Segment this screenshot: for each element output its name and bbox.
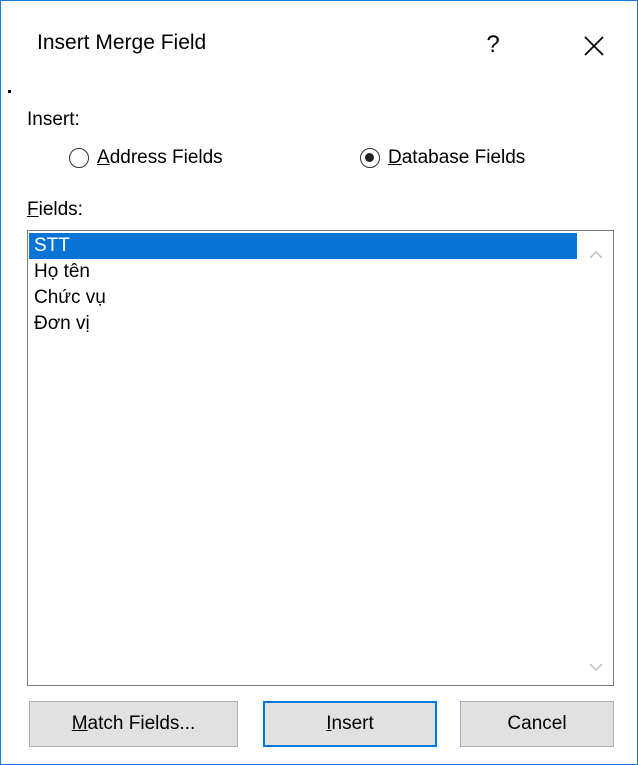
address-fields-label: Address Fields bbox=[97, 147, 223, 168]
chevron-down-icon bbox=[588, 663, 603, 672]
radio-circle-checked bbox=[360, 148, 380, 168]
list-item[interactable]: Đơn vị bbox=[29, 311, 577, 337]
title-bar: Insert Merge Field ? bbox=[1, 1, 637, 91]
focus-dot bbox=[8, 90, 11, 93]
vertical-scrollbar[interactable] bbox=[579, 232, 612, 684]
address-fields-radio[interactable]: Address Fields bbox=[69, 147, 223, 169]
database-fields-label: Database Fields bbox=[388, 147, 526, 168]
scroll-down-button[interactable] bbox=[579, 652, 612, 682]
list-item[interactable]: Họ tên bbox=[29, 259, 577, 285]
database-fields-radio[interactable]: Database Fields bbox=[360, 147, 525, 169]
insert-label: Insert: bbox=[27, 109, 80, 130]
chevron-up-icon bbox=[588, 250, 603, 259]
fields-list: STT Họ tên Chức vụ Đơn vị bbox=[29, 233, 577, 337]
radio-circle bbox=[69, 148, 89, 168]
scroll-up-button[interactable] bbox=[579, 240, 612, 270]
insert-button[interactable]: Insert bbox=[263, 701, 437, 747]
fields-label: Fields: bbox=[27, 199, 83, 220]
close-button[interactable] bbox=[569, 23, 619, 67]
cancel-button[interactable]: Cancel bbox=[460, 701, 614, 747]
dialog-title: Insert Merge Field bbox=[37, 31, 207, 54]
close-icon bbox=[584, 36, 604, 56]
insert-merge-field-dialog: Insert Merge Field ? Insert: Address Fie… bbox=[0, 0, 638, 765]
match-fields-button[interactable]: Match Fields... bbox=[29, 701, 238, 747]
list-item[interactable]: Chức vụ bbox=[29, 285, 577, 311]
list-item[interactable]: STT bbox=[29, 233, 577, 259]
help-button[interactable]: ? bbox=[471, 23, 515, 67]
fields-listbox[interactable]: STT Họ tên Chức vụ Đơn vị bbox=[27, 230, 614, 686]
